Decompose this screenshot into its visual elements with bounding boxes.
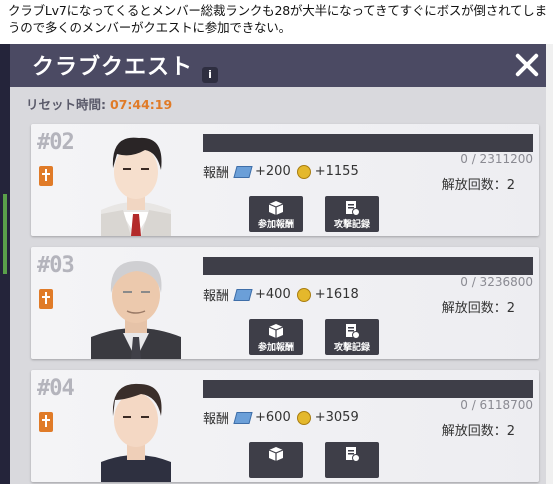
coin-icon [296, 410, 311, 425]
reset-time: 07:44:19 [110, 97, 173, 112]
right-edge [546, 44, 553, 484]
left-edge [0, 44, 10, 484]
release-count: 解放回数：2 [441, 178, 515, 193]
panel-title: クラブクエスト [32, 55, 194, 80]
participation-reward-label: 参加報酬 [257, 343, 294, 353]
book-icon [233, 288, 253, 301]
reward-row: 報酬 +200 +1155 [203, 162, 359, 181]
quest-card[interactable]: #03 0 / 3236800 報酬 +400 +1618 解放回数：2 参加報酬 … [31, 247, 539, 359]
damage-progress: 0 / 6118700 [460, 398, 533, 412]
coin-reward: +1618 [314, 287, 359, 302]
close-icon[interactable] [514, 52, 540, 78]
boss-name-bar [203, 134, 533, 152]
damage-progress: 0 / 3236800 [460, 275, 533, 289]
book-icon [233, 411, 253, 424]
coin-reward: +1155 [314, 164, 359, 179]
box-icon [268, 201, 284, 215]
reset-row: リセット時間: 07:44:19 [26, 94, 172, 113]
reward-row: 報酬 +400 +1618 [203, 285, 359, 304]
boss-name-bar [203, 380, 533, 398]
attack-record-button[interactable]: 攻撃記録 [325, 196, 379, 232]
reset-label: リセット時間: [26, 97, 106, 112]
panel-header: クラブクエスト i [10, 44, 546, 87]
participation-reward-label: 参加報酬 [257, 220, 294, 230]
box-icon [268, 324, 284, 338]
boss-portrait [101, 383, 171, 482]
quest-card[interactable]: #02 0 / 2311200 報酬 +200 +1155 解放回数：2 参加報酬 … [31, 124, 539, 236]
coin-reward: +3059 [314, 410, 359, 425]
attack-record-label: 攻撃記録 [333, 343, 370, 353]
reward-label: 報酬 [203, 289, 230, 304]
boss-portrait [101, 137, 171, 236]
book-reward: +400 [255, 287, 291, 302]
book-icon [233, 165, 253, 178]
reward-label: 報酬 [203, 412, 230, 427]
record-icon [346, 201, 360, 216]
reward-row: 報酬 +600 +3059 [203, 408, 359, 427]
boss-name-bar [203, 257, 533, 275]
participation-reward-button[interactable]: 参加報酬 [249, 319, 303, 355]
reward-label: 報酬 [203, 166, 230, 181]
record-icon [346, 324, 360, 339]
coin-icon [296, 164, 311, 179]
lock-icon [39, 412, 53, 432]
caption-text: クラブLv7になってくるとメンバー総裁ランクも28が大半になってきてすぐにボスが… [8, 3, 547, 35]
participation-reward-button[interactable] [249, 442, 303, 478]
attack-record-label: 攻撃記録 [333, 220, 370, 230]
info-icon[interactable]: i [202, 67, 218, 83]
participation-reward-button[interactable]: 参加報酬 [249, 196, 303, 232]
damage-progress: 0 / 2311200 [460, 152, 533, 166]
book-reward: +600 [255, 410, 291, 425]
box-icon [268, 447, 284, 461]
release-count: 解放回数：2 [441, 301, 515, 316]
attack-record-button[interactable] [325, 442, 379, 478]
coin-icon [296, 287, 311, 302]
lock-icon [39, 289, 53, 309]
boss-portrait [91, 261, 181, 359]
record-icon [346, 447, 360, 462]
lock-icon [39, 166, 53, 186]
release-count: 解放回数：2 [441, 424, 515, 439]
quest-card[interactable]: #04 0 / 6118700 報酬 +600 +3059 解放回数：2 [31, 370, 539, 482]
club-quest-panel: クラブクエスト i リセット時間: 07:44:19 #02 0 / 231120… [10, 44, 546, 484]
attack-record-button[interactable]: 攻撃記録 [325, 319, 379, 355]
book-reward: +200 [255, 164, 291, 179]
